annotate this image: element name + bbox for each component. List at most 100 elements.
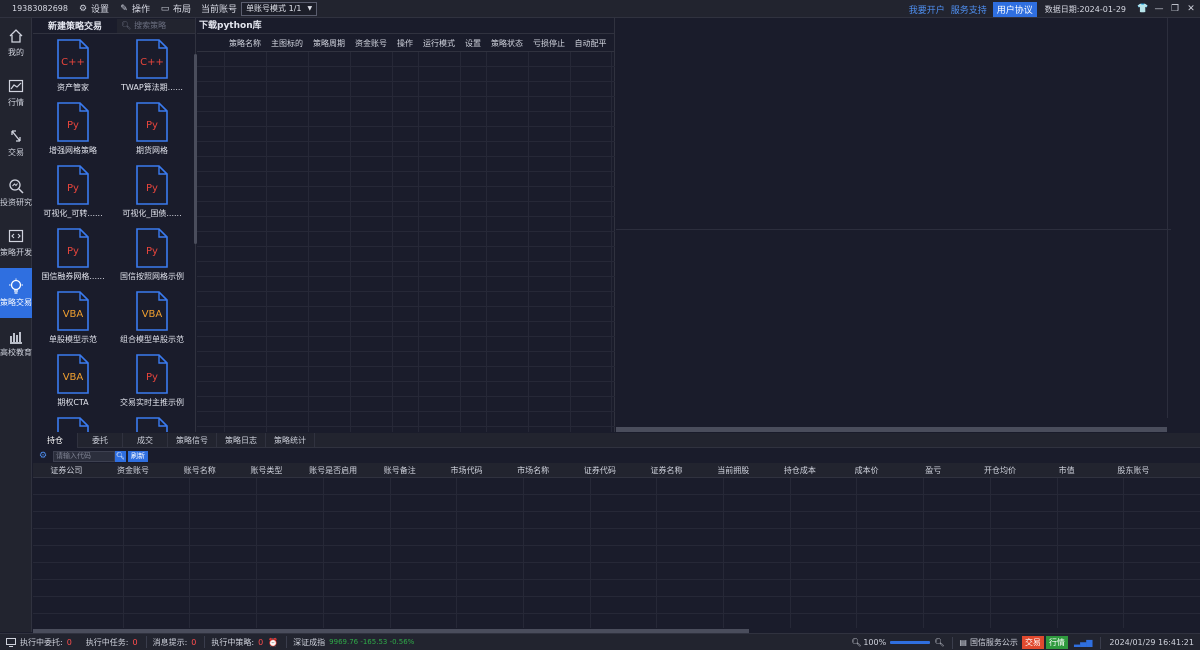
vba-file-icon: VBA bbox=[57, 291, 89, 331]
strategy-card-label: 可视化_可转...... bbox=[43, 209, 103, 218]
positions-header-cell[interactable]: 市场名称 bbox=[500, 463, 567, 477]
table-header-cell[interactable]: 资金账号 bbox=[350, 36, 392, 51]
alarm-icon[interactable]: ⏰ bbox=[268, 638, 278, 647]
positions-header-cell[interactable]: 当前拥股 bbox=[700, 463, 767, 477]
nav-item-mine[interactable]: 我的 bbox=[0, 18, 32, 68]
nav-item-research[interactable]: 投资研究 bbox=[0, 168, 32, 218]
positions-header-cell[interactable]: 账号名称 bbox=[166, 463, 233, 477]
strategy-card[interactable]: VBA 组合模型单股示范 bbox=[112, 286, 192, 349]
index-name: 深证成指 bbox=[293, 637, 326, 647]
executing-strategies[interactable]: 执行中策略: 0 ⏰ bbox=[211, 637, 278, 648]
code-search-input[interactable]: 请输入代码 bbox=[53, 450, 115, 462]
column-divider bbox=[790, 478, 791, 628]
positions-toolbar: ⚙ 请输入代码 🔍︎ 刷新 bbox=[33, 449, 1200, 463]
strategy-card[interactable]: Py 期货网格 bbox=[112, 97, 192, 160]
trade-status-badge[interactable]: 交易 bbox=[1021, 636, 1044, 649]
search-icon[interactable]: 🔍︎ bbox=[115, 450, 126, 462]
nav-item-strategy-dev[interactable]: 策略开发 bbox=[0, 218, 32, 268]
positions-header-cell[interactable]: 盈亏 bbox=[900, 463, 967, 477]
table-header-cell[interactable]: 自动配平 bbox=[570, 36, 611, 51]
column-divider bbox=[590, 478, 591, 628]
positions-header-cell[interactable]: 证券名称 bbox=[633, 463, 700, 477]
positions-header-cell[interactable]: 市值 bbox=[1033, 463, 1100, 477]
positions-header-cell[interactable]: 账号备注 bbox=[366, 463, 433, 477]
positions-header-cell[interactable]: 资金账号 bbox=[100, 463, 167, 477]
strategy-card[interactable]: Py 增强网格策略 bbox=[33, 97, 113, 160]
operate-button[interactable]: ✎ 操作 bbox=[119, 2, 150, 16]
index-ticker[interactable]: 深证成指 9969.76 -165.53 -0.56% bbox=[293, 637, 414, 648]
table-header-cell[interactable]: 亏损停止 bbox=[528, 36, 570, 51]
file-type-text: VBA bbox=[63, 372, 84, 383]
zoom-out-icon[interactable]: 🔍︎ bbox=[851, 638, 861, 647]
strategy-card[interactable]: C++ 资产管家 bbox=[33, 34, 113, 97]
layout-icon: ▭ bbox=[160, 3, 170, 14]
tab-orders[interactable]: 委托 bbox=[78, 433, 123, 448]
positions-header-cell[interactable]: 证券公司 bbox=[33, 463, 100, 477]
positions-header-cell[interactable]: 成本价 bbox=[833, 463, 900, 477]
nav-item-strategy-trade[interactable]: 策略交易 bbox=[0, 268, 32, 318]
table-header-cell[interactable]: 设置 bbox=[460, 36, 486, 51]
positions-header-cell[interactable]: 账号是否启用 bbox=[300, 463, 367, 477]
strategy-card[interactable]: VBA 单股模型示范 bbox=[33, 286, 113, 349]
restore-icon[interactable]: ❐ bbox=[1168, 4, 1182, 14]
file-type-text: C++ bbox=[61, 57, 85, 68]
strategy-search-input[interactable]: 🔍︎ 搜索策略 bbox=[117, 18, 195, 33]
table-header-cell[interactable]: 运行模式 bbox=[418, 36, 460, 51]
table-header-cell[interactable]: 策略名称 bbox=[224, 36, 266, 51]
positions-header-cell[interactable]: 股东账号 bbox=[1100, 463, 1167, 477]
service-support-link[interactable]: 服务支持 bbox=[951, 3, 987, 16]
zoom-in-icon[interactable]: 🔍︎ bbox=[934, 638, 944, 647]
gear-icon[interactable]: ⚙ bbox=[37, 451, 49, 461]
executing-orders[interactable]: 执行中委托: 0 bbox=[6, 637, 72, 648]
file-type-text: Py bbox=[67, 183, 79, 194]
layout-button[interactable]: ▭ 布局 bbox=[160, 2, 191, 16]
notice-link[interactable]: 国信服务公示 bbox=[970, 637, 1018, 648]
tab-strategy-signals[interactable]: 策略信号 bbox=[168, 433, 217, 448]
close-icon[interactable]: ✕ bbox=[1184, 4, 1198, 14]
user-protocol-button[interactable]: 用户协议 bbox=[992, 1, 1037, 17]
executing-strategies-label: 执行中策略: bbox=[211, 637, 255, 647]
positions-header-cell[interactable]: 账号类型 bbox=[233, 463, 300, 477]
nav-item-education[interactable]: 高校教育 bbox=[0, 318, 32, 368]
edit-icon: ✎ bbox=[120, 3, 128, 14]
table-header-cell[interactable]: 策略周期 bbox=[308, 36, 350, 51]
strategy-card[interactable]: VBA 期权CTA bbox=[33, 349, 113, 412]
file-type-text: Py bbox=[67, 246, 79, 257]
tab-deals[interactable]: 成交 bbox=[123, 433, 168, 448]
open-account-link[interactable]: 我要开户 bbox=[909, 3, 945, 16]
messages[interactable]: 消息提示: 0 bbox=[153, 637, 197, 648]
new-strategy-button[interactable]: 新建策略交易 bbox=[33, 19, 117, 32]
positions-header-cell[interactable]: 开仓均价 bbox=[967, 463, 1034, 477]
quote-status-badge[interactable]: 行情 bbox=[1045, 636, 1068, 649]
table-header-cell[interactable]: 策略状态 bbox=[486, 36, 528, 51]
nav-item-trade[interactable]: 交易 bbox=[0, 118, 32, 168]
nav-item-quotes[interactable]: 行情 bbox=[0, 68, 32, 118]
chart-scrollbar[interactable] bbox=[616, 427, 1167, 432]
table-header-cell[interactable]: 主图标的 bbox=[266, 36, 308, 51]
strategy-card[interactable]: Py 可视化_可转...... bbox=[33, 160, 113, 223]
account-mode-select[interactable]: 单账号模式 1/1 ▼ bbox=[241, 1, 318, 16]
executing-tasks[interactable]: 执行中任务: 0 bbox=[86, 637, 138, 648]
strategy-card[interactable]: Py 可视化_国债...... bbox=[112, 160, 192, 223]
strategy-list-header: 新建策略交易 🔍︎ 搜索策略 bbox=[33, 18, 195, 34]
skin-icon[interactable]: 👕 bbox=[1136, 4, 1150, 14]
statusbar-right: 🔍︎ 100% 🔍︎ ▤ 国信服务公示 交易 行情 ▂▄▆ 2024/01/29… bbox=[851, 634, 1194, 650]
tab-strategy-log[interactable]: 策略日志 bbox=[217, 433, 266, 448]
strategy-card[interactable]: Py 交易实时主推示例 bbox=[112, 349, 192, 412]
positions-header-cell[interactable]: 市场代码 bbox=[433, 463, 500, 477]
bulb-icon bbox=[9, 278, 23, 294]
positions-header-cell[interactable]: 持仓成本 bbox=[767, 463, 834, 477]
strategy-card[interactable]: Py 国信按照网格示例 bbox=[112, 223, 192, 286]
positions-header-cell[interactable]: 证券代码 bbox=[567, 463, 634, 477]
minimize-icon[interactable]: — bbox=[1152, 4, 1166, 14]
tab-strategy-stats[interactable]: 策略统计 bbox=[266, 433, 315, 448]
tab-positions[interactable]: 持仓 bbox=[33, 433, 78, 448]
refresh-button[interactable]: 刷新 bbox=[128, 450, 148, 462]
strategy-card[interactable]: Py 国信融券网格...... bbox=[33, 223, 113, 286]
zoom-slider[interactable] bbox=[890, 641, 931, 644]
strategy-card[interactable]: C++ TWAP算法期...... bbox=[112, 34, 192, 97]
settings-button[interactable]: ⚙ 设置 bbox=[78, 2, 109, 16]
column-divider bbox=[456, 478, 457, 628]
table-header-cell[interactable]: 操作 bbox=[392, 36, 418, 51]
download-python-link[interactable]: 下载python库 bbox=[197, 18, 614, 34]
